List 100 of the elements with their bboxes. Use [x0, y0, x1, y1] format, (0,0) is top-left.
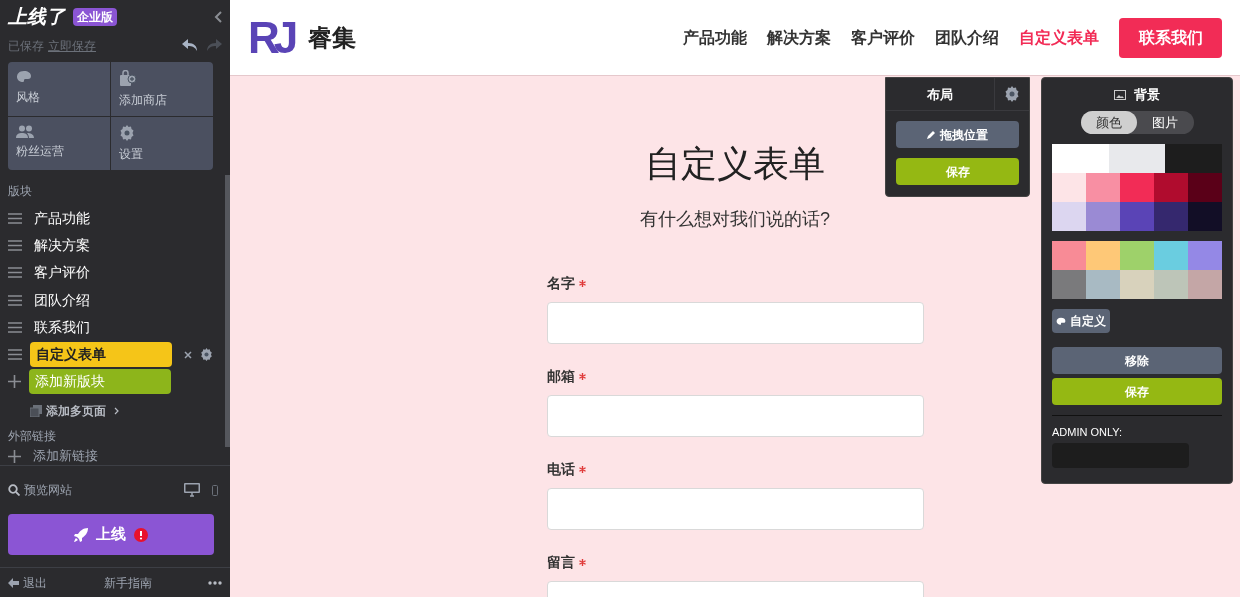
- tool-label: 风格: [16, 88, 41, 106]
- color-swatch[interactable]: [1086, 173, 1120, 202]
- pages-icon: [30, 405, 42, 418]
- panel-title: 布局: [886, 78, 995, 110]
- users-icon: [16, 124, 34, 138]
- settings-icon: [200, 348, 213, 362]
- color-swatch[interactable]: [1154, 241, 1188, 270]
- color-swatch[interactable]: [1120, 173, 1154, 202]
- palette-icon: [1056, 316, 1066, 326]
- drag-handle-icon[interactable]: [8, 349, 22, 361]
- input-field[interactable]: [546, 395, 924, 437]
- logout-link[interactable]: 退出: [8, 573, 47, 592]
- color-swatch[interactable]: [1120, 241, 1154, 270]
- input-field[interactable]: [546, 488, 924, 530]
- preview-link[interactable]: 预览网站: [24, 481, 72, 499]
- tab[interactable]: 图片: [1137, 111, 1194, 134]
- pencil-icon: [927, 130, 936, 139]
- drag-handle-icon[interactable]: [8, 240, 22, 252]
- nav-link[interactable]: 解决方案: [767, 25, 831, 50]
- section-item[interactable]: 解决方案: [34, 235, 90, 257]
- save-status: 已保存: [8, 37, 44, 55]
- brand-name: 上线了: [8, 4, 65, 29]
- more-icon[interactable]: [208, 580, 222, 585]
- search-icon: [8, 484, 20, 496]
- color-swatch[interactable]: [1052, 270, 1086, 299]
- mobile-icon[interactable]: [212, 484, 218, 496]
- remove-button[interactable]: 移除: [1052, 347, 1222, 374]
- field-label: 邮箱: [546, 367, 575, 386]
- section-item[interactable]: 产品功能: [34, 207, 90, 229]
- field-label: 名字: [546, 274, 575, 293]
- section-item[interactable]: 团队介绍: [34, 289, 90, 311]
- palette-icon: [16, 69, 32, 84]
- tool-tile[interactable]: 风格: [8, 61, 110, 116]
- publish-button[interactable]: 上线: [8, 514, 214, 555]
- color-swatch[interactable]: [1154, 173, 1188, 202]
- section-item[interactable]: 自定义表单: [30, 342, 172, 368]
- chevron-icon: [114, 407, 119, 416]
- tool-tile[interactable]: 粉丝运营: [8, 116, 110, 171]
- site-name: 睿集: [308, 22, 357, 53]
- tool-tile[interactable]: 添加商店: [111, 61, 213, 116]
- section-item[interactable]: 客户评价: [34, 262, 90, 284]
- drag-handle-icon[interactable]: [8, 212, 22, 224]
- site-logo: RJ: [248, 15, 293, 60]
- section-heading: 版块: [8, 184, 32, 199]
- add-link-item[interactable]: 添加新链接: [33, 448, 98, 464]
- nav-link[interactable]: 团队介绍: [935, 25, 999, 50]
- admin-label: ADMIN ONLY:: [1052, 425, 1124, 440]
- drag-position-button[interactable]: 拖拽位置: [896, 121, 1019, 148]
- color-swatch[interactable]: [1165, 144, 1222, 173]
- tool-label: 添加商店: [119, 91, 168, 109]
- desktop-icon[interactable]: [184, 483, 200, 497]
- color-swatch[interactable]: [1052, 241, 1086, 270]
- redo-icon[interactable]: [206, 39, 222, 53]
- tool-label: 设置: [119, 145, 144, 163]
- settings-icon: [1004, 86, 1020, 102]
- color-swatch[interactable]: [1188, 202, 1222, 231]
- field-label: 留言: [546, 553, 575, 572]
- color-swatch[interactable]: [1120, 202, 1154, 231]
- section-item[interactable]: 联系我们: [34, 317, 90, 339]
- collapse-icon[interactable]: [214, 11, 222, 23]
- color-swatch[interactable]: [1108, 144, 1166, 173]
- undo-icon[interactable]: [182, 39, 198, 53]
- drag-handle-icon[interactable]: [8, 322, 22, 334]
- color-swatch[interactable]: [1154, 202, 1188, 231]
- plus-icon[interactable]: [8, 449, 21, 463]
- close-icon[interactable]: [184, 350, 192, 359]
- drag-handle-icon[interactable]: [8, 294, 22, 306]
- tool-label: 粉丝运营: [16, 142, 65, 160]
- color-swatch[interactable]: [1052, 202, 1086, 231]
- custom-color-button[interactable]: 自定义: [1052, 309, 1110, 333]
- add-page-link[interactable]: 添加多页面: [46, 402, 106, 421]
- color-swatch[interactable]: [1188, 241, 1222, 270]
- guide-link[interactable]: 新手指南: [103, 573, 152, 592]
- color-swatch[interactable]: [1086, 202, 1120, 231]
- settings-icon: [119, 124, 135, 141]
- alert-icon: [134, 527, 148, 542]
- drag-handle-icon[interactable]: [8, 267, 22, 279]
- color-swatch[interactable]: [1120, 270, 1154, 299]
- scrollbar[interactable]: [225, 175, 230, 447]
- color-swatch[interactable]: [1086, 241, 1120, 270]
- form-subtitle: 有什么想对我们说的话?: [640, 208, 830, 231]
- tab[interactable]: 颜色: [1080, 111, 1137, 134]
- nav-link[interactable]: 自定义表单: [1019, 25, 1099, 50]
- color-swatch[interactable]: [1052, 173, 1086, 202]
- field-label: 电话: [546, 460, 575, 479]
- input-field[interactable]: [546, 302, 924, 344]
- color-swatch[interactable]: [1188, 173, 1222, 202]
- panel-title: 背景: [1134, 85, 1160, 104]
- color-swatch[interactable]: [1052, 144, 1109, 173]
- nav-link[interactable]: 产品功能: [683, 25, 747, 50]
- plus-icon[interactable]: [8, 375, 21, 389]
- shopping-bag-icon: [119, 69, 137, 87]
- section-heading: 外部链接: [8, 429, 56, 444]
- color-swatch[interactable]: [1188, 270, 1222, 299]
- color-swatch[interactable]: [1086, 270, 1120, 299]
- image-icon: [1114, 89, 1126, 100]
- tool-tile[interactable]: 设置: [111, 116, 213, 171]
- nav-link[interactable]: 客户评价: [851, 25, 915, 50]
- contact-button[interactable]: 联系我们: [1119, 17, 1222, 58]
- color-swatch[interactable]: [1154, 270, 1188, 299]
